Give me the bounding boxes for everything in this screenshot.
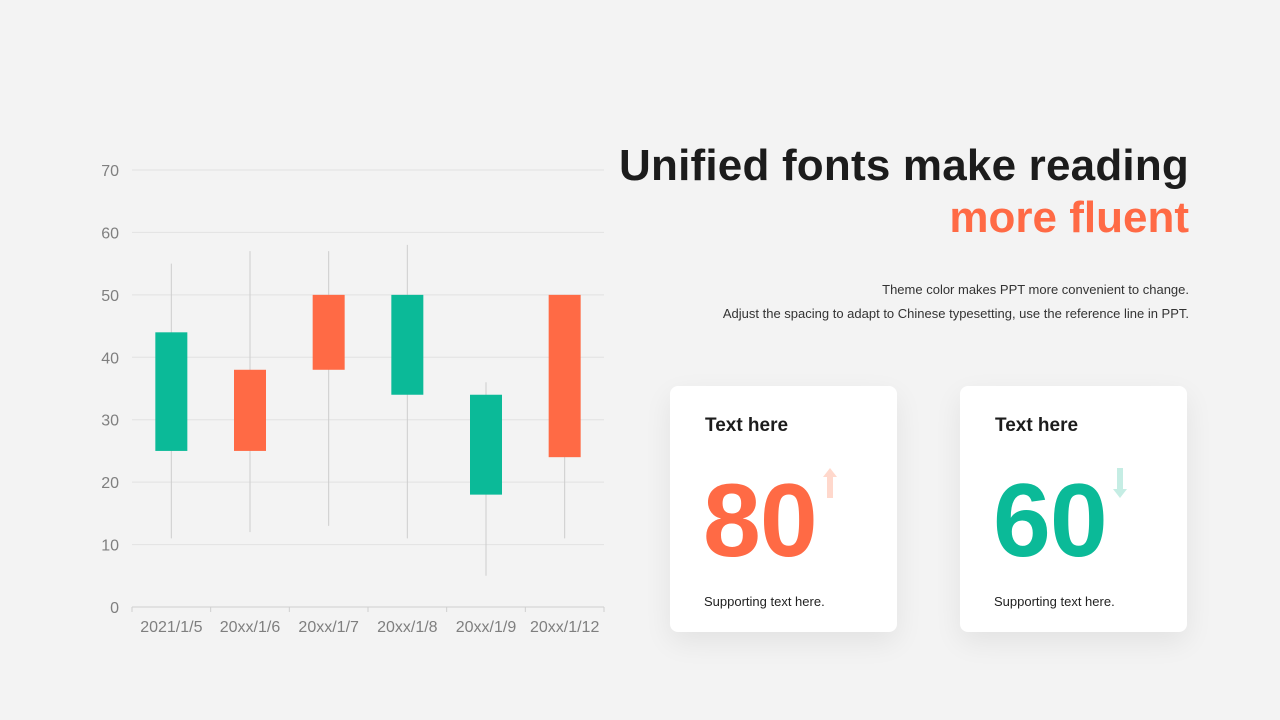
description-line: Adjust the spacing to adapt to Chinese t…	[722, 306, 1189, 321]
x-tick-label: 20xx/1/8	[377, 619, 438, 636]
y-tick-label: 20	[101, 475, 119, 492]
card-supporting-text: Supporting text here.	[704, 594, 825, 609]
card-title: Text here	[705, 415, 789, 436]
y-tick-label: 0	[110, 600, 119, 617]
chart-gridlines	[132, 169, 604, 546]
arrow-up-icon	[823, 468, 837, 498]
page-title-accent: more fluent	[949, 193, 1189, 242]
card-value: 60	[993, 463, 1108, 579]
card-supporting-text: Supporting text here.	[994, 594, 1115, 609]
candle-body	[391, 294, 424, 395]
y-tick-label: 70	[101, 163, 119, 180]
x-tick-label: 20xx/1/12	[530, 619, 599, 636]
arrow-down-icon	[1113, 468, 1127, 498]
candle-body	[234, 369, 266, 451]
y-tick-label: 50	[101, 288, 119, 305]
y-tick-label: 60	[101, 225, 119, 242]
x-tick-label: 20xx/1/6	[220, 619, 281, 636]
y-tick-label: 40	[101, 350, 119, 367]
x-tick-label: 2021/1/5	[140, 619, 202, 636]
y-tick-label: 30	[101, 413, 119, 430]
candle-body	[470, 394, 502, 495]
heading-block: Unified fonts make reading more fluent	[619, 140, 1189, 244]
description-block: Theme color makes PPT more convenient to…	[723, 278, 1189, 326]
candle-body	[312, 294, 345, 370]
candlestick-chart: 0 10 20 30 40 50 60 70 2021/1/5 20xx/1/6 20xx/1/7 2…	[101, 163, 605, 636]
y-tick-label: 10	[101, 538, 119, 555]
x-tick-label: 20xx/1/7	[298, 619, 359, 636]
candle-body	[548, 294, 581, 458]
stat-card-60: Text here 60 Supporting text here.	[960, 386, 1187, 632]
page-title: Unified fonts make reading	[619, 141, 1189, 190]
stat-card-80: Text here 80 Supporting text here.	[670, 386, 897, 632]
card-title: Text here	[995, 415, 1079, 436]
card-value: 80	[703, 463, 818, 579]
description-line: Theme color makes PPT more convenient to…	[882, 282, 1189, 297]
candle-body	[155, 332, 188, 451]
x-tick-label: 20xx/1/9	[456, 619, 517, 636]
